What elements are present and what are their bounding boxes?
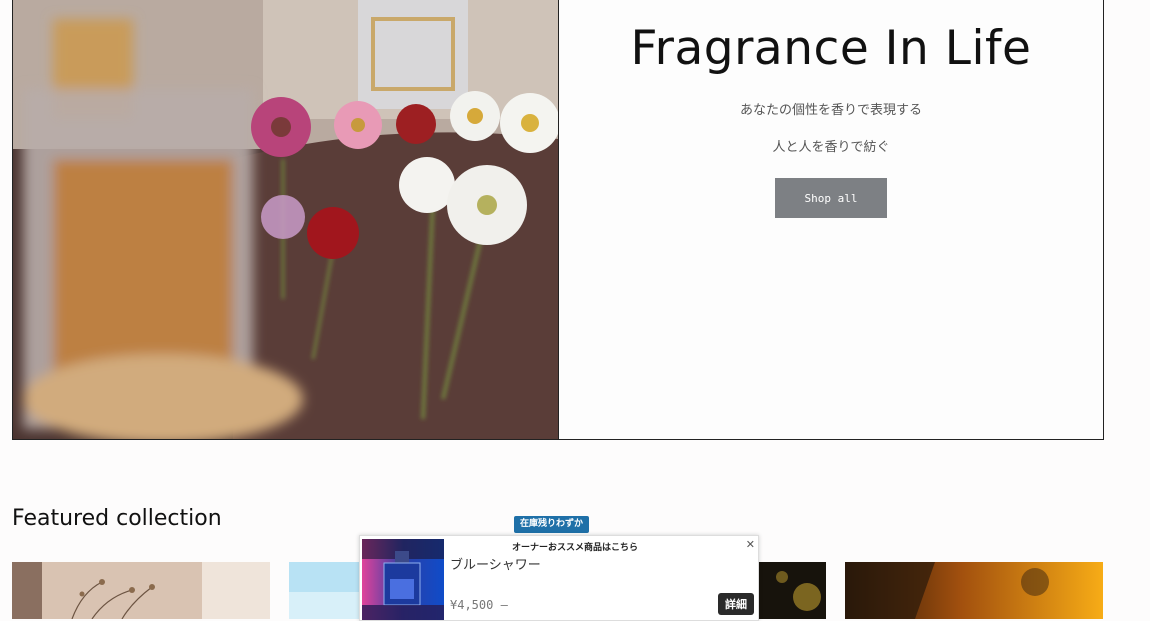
hero-title: Fragrance In Life	[630, 21, 1032, 76]
collection-card-3[interactable]	[757, 562, 826, 619]
hero-text-panel: Fragrance In Life あなたの個性を香りで表現する 人と人を香りで…	[559, 0, 1103, 439]
popup-header: オーナーおススメ商品はこちら	[511, 543, 638, 553]
hero-tagline-2: 人と人を香りで紡ぐ	[772, 140, 890, 155]
collection-card-2[interactable]	[289, 562, 359, 619]
product-thumbnail[interactable]	[362, 539, 444, 620]
product-price: ¥4,500 –	[450, 598, 508, 612]
hero-tagline-1: あなたの個性を香りで表現する	[739, 103, 922, 118]
collection-card-4[interactable]	[845, 562, 1103, 619]
hero-banner: Fragrance In Life あなたの個性を香りで表現する 人と人を香りで…	[12, 0, 1104, 440]
close-icon[interactable]: ✕	[746, 538, 755, 551]
featured-collection-title: Featured collection	[12, 506, 222, 531]
recommendation-popup: オーナーおススメ商品はこちら ✕ ブルーシャワー ¥4,500 – 詳細	[359, 535, 759, 621]
shop-all-button[interactable]: Shop all	[775, 178, 887, 218]
hero-image	[13, 0, 559, 439]
collection-card-1[interactable]	[12, 562, 270, 619]
detail-button[interactable]: 詳細	[718, 593, 754, 615]
low-stock-badge: 在庫残りわずか	[514, 516, 590, 533]
product-name[interactable]: ブルーシャワー	[450, 554, 541, 573]
